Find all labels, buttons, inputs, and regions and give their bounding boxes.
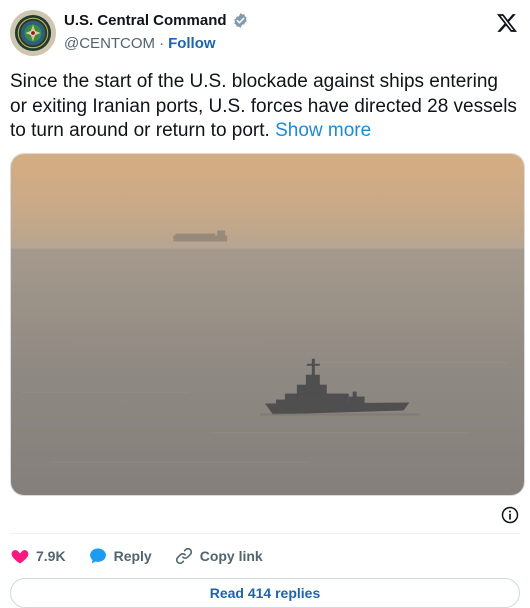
tweet-text: Since the start of the U.S. blockade aga…	[10, 70, 520, 144]
follow-button[interactable]: Follow	[168, 35, 216, 52]
x-logo-icon[interactable]	[496, 12, 518, 34]
like-button[interactable]: 7.9K	[10, 546, 66, 566]
avatar[interactable]	[10, 10, 56, 56]
verified-badge-icon	[233, 13, 247, 28]
handle[interactable]: @CENTCOM	[64, 35, 155, 52]
tweet-body: Since the start of the U.S. blockade aga…	[10, 71, 517, 141]
copy-link-label: Copy link	[199, 548, 263, 564]
tweet-photo[interactable]	[10, 153, 525, 496]
action-bar: 7.9K Reply Copy link	[10, 543, 285, 569]
like-count: 7.9K	[36, 548, 66, 564]
centcom-seal-icon	[14, 14, 52, 52]
copy-link-button[interactable]: Copy link	[174, 546, 263, 566]
reply-bubble-icon	[89, 548, 106, 564]
separator-dot: ·	[159, 35, 165, 52]
heart-icon	[11, 550, 29, 564]
author-name-row: U.S. Central Command	[64, 12, 249, 29]
handle-row: @CENTCOM · Follow	[64, 35, 216, 52]
photo-destroyer-at-sea	[11, 154, 524, 495]
divider	[10, 533, 520, 534]
show-more-link[interactable]: Show more	[275, 120, 371, 141]
reply-label: Reply	[113, 548, 152, 564]
info-icon[interactable]	[500, 505, 520, 525]
read-replies-button[interactable]: Read 414 replies	[10, 578, 520, 608]
tweet-embed-card: U.S. Central Command @CENTCOM · Follow S…	[0, 0, 530, 608]
reply-button[interactable]: Reply	[88, 546, 152, 566]
display-name[interactable]: U.S. Central Command	[64, 12, 227, 29]
link-icon	[175, 547, 192, 565]
